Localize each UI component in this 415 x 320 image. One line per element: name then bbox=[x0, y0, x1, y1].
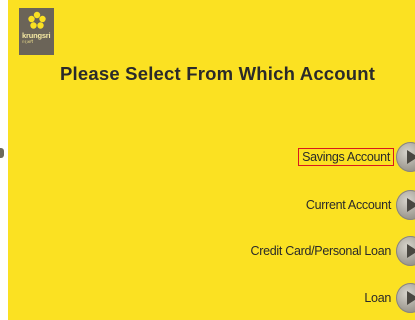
option-savings-account[interactable]: Savings Account bbox=[298, 142, 415, 172]
savings-arrow-button[interactable] bbox=[396, 142, 415, 172]
current-arrow-button[interactable] bbox=[396, 190, 415, 220]
atm-screen: krungsri กรุงศรี Please Select From Whic… bbox=[8, 0, 415, 320]
option-loan[interactable]: Loan bbox=[361, 283, 415, 313]
page-title: Please Select From Which Account bbox=[60, 63, 376, 84]
credit-card-arrow-button[interactable] bbox=[396, 236, 415, 266]
edge-marker bbox=[0, 148, 4, 158]
option-label-savings: Savings Account bbox=[298, 148, 394, 166]
option-label-credit-card: Credit Card/Personal Loan bbox=[250, 244, 392, 258]
logo-sub-text: กรุงศรี bbox=[22, 39, 34, 44]
left-edge bbox=[0, 0, 8, 320]
krungsri-emblem-icon bbox=[27, 11, 46, 29]
option-credit-card-personal-loan[interactable]: Credit Card/Personal Loan bbox=[248, 236, 415, 266]
option-current-account[interactable]: Current Account bbox=[303, 190, 415, 220]
loan-arrow-button[interactable] bbox=[396, 283, 415, 313]
option-label-current: Current Account bbox=[305, 198, 391, 212]
option-label-loan: Loan bbox=[364, 291, 391, 305]
krungsri-logo: krungsri กรุงศรี bbox=[19, 8, 54, 55]
